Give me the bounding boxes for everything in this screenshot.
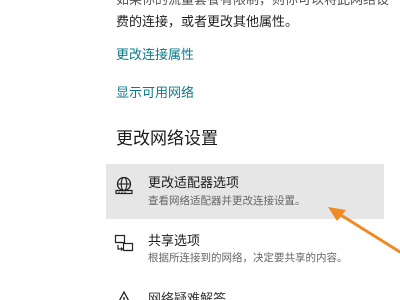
warning-icon [114,290,134,300]
description-line-1: 如果你的流量套餐有限制，则你可以将此网络设 [116,0,390,8]
section-title: 更改网络设置 [116,129,218,149]
change-connection-properties-link[interactable]: 更改连接属性 [116,44,194,63]
show-available-networks-link[interactable]: 显示可用网络 [116,82,194,101]
option-subtitle: 根据所连接到的网络，决定要共享的内容。 [148,252,348,264]
network-troubleshooter-item[interactable]: 网络疑难解答 [106,286,384,300]
option-title: 共享选项 [148,234,201,249]
option-title: 更改适配器选项 [148,176,240,191]
description-line-2: 费的连接，或者更改其他属性。 [116,15,299,30]
network-adapter-icon [114,176,134,196]
network-settings-page: 如果你的流量套餐有限制，则你可以将此网络设 费的连接，或者更改其他属性。 更改连… [0,0,400,300]
option-subtitle: 查看网络适配器并更改连接设置。 [148,195,306,207]
sharing-icon [114,234,134,254]
change-adapter-options-item[interactable]: 更改适配器选项 查看网络适配器并更改连接设置。 [106,164,384,219]
sharing-options-item[interactable]: 共享选项 根据所连接到的网络，决定要共享的内容。 [106,226,384,274]
option-title: 网络疑难解答 [148,292,227,300]
